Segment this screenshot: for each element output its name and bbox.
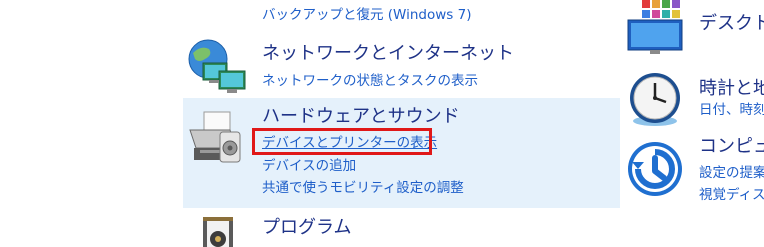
annotation-highlight-box [252,128,432,155]
settings-suggestion-link[interactable]: 設定の提案 [699,164,764,182]
desktop-category-title[interactable]: デスクトッ [699,13,764,35]
network-category-title[interactable]: ネットワークとインターネット [262,43,514,65]
mobility-settings-link[interactable]: 共通で使うモビリティ設定の調整 [262,179,464,197]
ease-of-access-icon[interactable] [626,140,684,198]
clock-icon[interactable] [626,72,684,128]
printer-icon[interactable] [186,110,246,168]
clock-category-title[interactable]: 時計と地 [699,78,764,100]
visual-display-link[interactable]: 視覚ディス [699,186,764,204]
date-time-link[interactable]: 日付、時刻 [699,101,764,119]
programs-category-title[interactable]: プログラム [262,217,351,239]
network-status-link[interactable]: ネットワークの状態とタスクの表示 [262,72,478,90]
hardware-category-title[interactable]: ハードウェアとサウンド [262,106,460,128]
desktop-icon[interactable] [626,0,688,56]
access-category-title[interactable]: コンピュー [699,136,764,158]
programs-icon[interactable] [195,215,241,247]
add-device-link[interactable]: デバイスの追加 [262,157,356,175]
backup-restore-link[interactable]: バックアップと復元 (Windows 7) [262,6,471,24]
network-globe-icon[interactable] [183,37,249,97]
